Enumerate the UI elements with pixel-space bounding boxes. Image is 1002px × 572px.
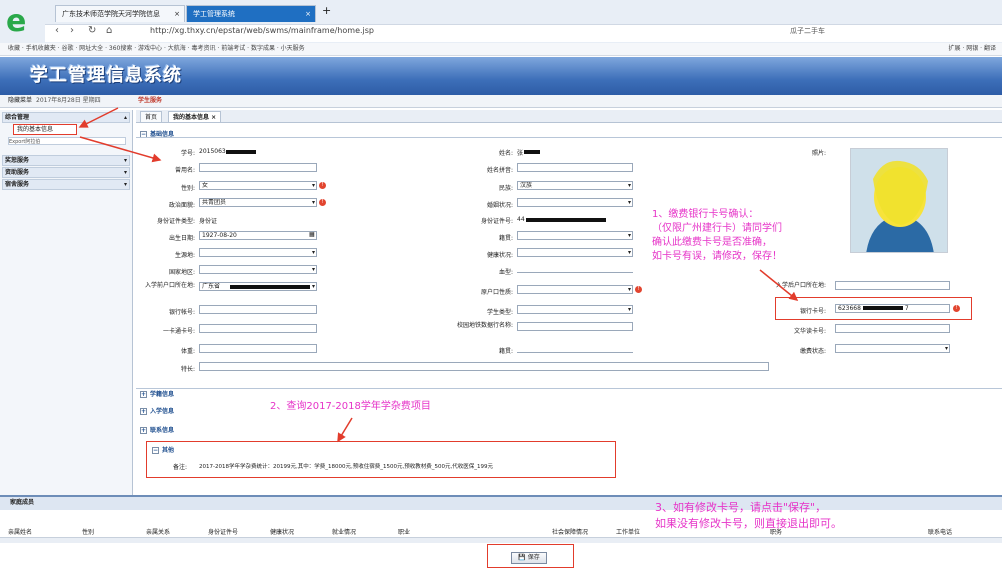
save-icon: 💾	[518, 554, 526, 561]
annotation-arrows	[78, 107, 799, 547]
column-header: 亲属关系	[146, 529, 171, 536]
column-header: 亲属姓名	[8, 529, 33, 536]
annotation-line: 如果没有修改卡号，则直接退出即可。	[655, 517, 842, 530]
save-label: 保存	[527, 554, 540, 561]
arrow-2	[79, 136, 162, 163]
column-header: 联系电话	[928, 529, 953, 536]
column-header: 性别	[82, 529, 95, 536]
horizontal-scrollbar[interactable]	[0, 537, 1002, 543]
annotation-3: 3、如有修改卡号，请点击"保存"， 如果没有修改卡号，则直接退出即可。	[655, 500, 842, 532]
annotation-line: 3、如有修改卡号，请点击"保存"，	[655, 501, 827, 514]
arrow-3	[759, 269, 799, 301]
column-header: 工作单位	[616, 529, 641, 536]
column-header: 身份证件号	[208, 529, 239, 536]
column-header: 职业	[398, 529, 411, 536]
arrow-1	[78, 107, 119, 128]
arrow-4	[337, 417, 353, 443]
column-header: 社会保障情况	[552, 529, 589, 536]
save-button[interactable]: 💾 保存	[511, 552, 547, 564]
column-header: 就业情况	[332, 529, 357, 536]
column-header: 健康状况	[270, 529, 295, 536]
family-title: 家庭成员	[0, 497, 1002, 510]
